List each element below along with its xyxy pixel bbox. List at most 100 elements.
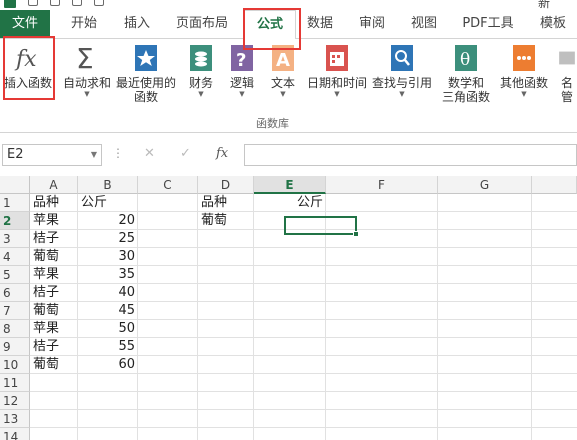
column-header-e[interactable]: E [254,176,326,194]
customize-quick-access-icon[interactable] [94,0,104,6]
dropdown-arrow-icon: ▼ [280,90,286,98]
cell-b4[interactable]: 30 [78,248,138,266]
tab-insert[interactable]: 插入 [112,10,162,38]
cell-e1[interactable]: 公斤 [254,194,326,212]
cell-a7[interactable]: 葡萄 [30,302,78,320]
tab-data[interactable]: 数据 [298,10,342,38]
lookup-reference-button[interactable]: 查找与引用 ▼ [370,43,434,98]
dropdown-arrow-icon: ▼ [84,90,90,98]
chevron-down-icon: ▼ [90,150,97,159]
tab-file[interactable]: 文件 [0,10,50,38]
cell-a10[interactable]: 葡萄 [30,356,78,374]
row-header-11[interactable]: 11 [0,374,30,392]
cell-a8[interactable]: 苹果 [30,320,78,338]
row-header-9[interactable]: 9 [0,338,30,356]
formula-bar-handle-icon[interactable]: ⋮ [112,146,124,160]
column-header-filler [532,176,577,194]
enter-icon[interactable]: ✓ [180,146,191,161]
date-time-button[interactable]: 日期和时间 ▼ [306,43,368,98]
logical-button[interactable]: ? 逻辑 ▼ [226,43,258,98]
row-header-14[interactable]: 14 [0,428,30,440]
insert-function-button[interactable]: fx 插入函数 [2,43,54,90]
text-button[interactable]: A 文本 ▼ [266,43,300,98]
svg-text:A: A [276,50,290,71]
column-header-b[interactable]: B [78,176,138,194]
svg-text:θ: θ [460,50,470,70]
autosum-button[interactable]: Σ 自动求和 ▼ [60,43,114,98]
cell-a6[interactable]: 桔子 [30,284,78,302]
svg-text:Σ: Σ [76,43,94,73]
group-label-function-library: 函数库 [256,117,289,130]
tab-page-layout[interactable]: 页面布局 [166,10,238,38]
undo-icon[interactable] [50,0,60,6]
cell-d2[interactable]: 葡萄 [198,212,254,230]
row-header-12[interactable]: 12 [0,392,30,410]
column-header-c[interactable]: C [138,176,198,194]
tab-home[interactable]: 开始 [58,10,110,38]
window-title: 新 [538,0,551,10]
insert-function-icon[interactable]: fx [216,146,228,161]
dropdown-arrow-icon: ▼ [334,90,340,98]
row-header-4[interactable]: 4 [0,248,30,266]
cell-a3[interactable]: 桔子 [30,230,78,248]
column-header-a[interactable]: A [30,176,78,194]
text-book-icon: A [272,45,294,71]
select-all-corner[interactable] [0,176,30,194]
cell-b7[interactable]: 45 [78,302,138,320]
cell-a5[interactable]: 苹果 [30,266,78,284]
cell-b5[interactable]: 35 [78,266,138,284]
cell-b3[interactable]: 25 [78,230,138,248]
cell-a9[interactable]: 桔子 [30,338,78,356]
column-header-f[interactable]: F [326,176,438,194]
redo-icon[interactable] [72,0,82,6]
row-header-2[interactable]: 2 [0,212,30,230]
cell-b6[interactable]: 40 [78,284,138,302]
cancel-icon[interactable]: ✕ [144,146,155,161]
save-icon[interactable] [28,0,38,6]
tab-review[interactable]: 审阅 [350,10,394,38]
cell-b2[interactable]: 20 [78,212,138,230]
cell-b9[interactable]: 55 [78,338,138,356]
row-header-1[interactable]: 1 [0,194,30,212]
row-header-7[interactable]: 7 [0,302,30,320]
cell-d1[interactable]: 品种 [198,194,254,212]
active-cell-e2[interactable] [284,216,359,237]
fill-handle[interactable] [353,231,359,237]
tab-view[interactable]: 视图 [402,10,446,38]
more-functions-button[interactable]: 其他函数 ▼ [496,43,552,98]
financial-button[interactable]: 财务 ▼ [184,43,218,98]
name-box[interactable]: E2 ▼ [2,144,102,166]
grid-hline [30,391,577,392]
name-manager-button[interactable]: 名 管 [556,43,577,104]
cell-b1[interactable]: 公斤 [78,194,138,212]
grid-hline [30,409,577,410]
row-header-8[interactable]: 8 [0,320,30,338]
svg-text:?: ? [236,50,246,71]
cell-a2[interactable]: 苹果 [30,212,78,230]
row-header-5[interactable]: 5 [0,266,30,284]
row-header-13[interactable]: 13 [0,410,30,428]
theta-book-icon: θ [455,45,477,71]
column-header-g[interactable]: G [438,176,532,194]
recently-used-button[interactable]: 最近使用的 函数 [116,43,176,104]
cell-a1[interactable]: 品种 [30,194,78,212]
dropdown-arrow-icon: ▼ [239,90,245,98]
cell-a4[interactable]: 葡萄 [30,248,78,266]
grid-hline [30,427,577,428]
column-header-d[interactable]: D [198,176,254,194]
ribbon-formulas: fx 插入函数 Σ 自动求和 ▼ 最近使用的 函数 财务 ▼ ? 逻辑 ▼ A … [0,38,577,133]
fx-icon: fx [14,47,37,72]
row-header-6[interactable]: 6 [0,284,30,302]
formula-input[interactable] [244,144,577,166]
tab-pdf-tools[interactable]: PDF工具 [454,10,522,38]
tab-formulas[interactable]: 公式 [244,10,296,39]
row-header-3[interactable]: 3 [0,230,30,248]
dropdown-arrow-icon: ▼ [521,90,527,98]
tab-templates[interactable]: 模板 [530,10,576,38]
row-header-10[interactable]: 10 [0,356,30,374]
sigma-icon: Σ [76,43,94,73]
cell-b8[interactable]: 50 [78,320,138,338]
name-tag-icon [559,51,575,65]
math-trig-button[interactable]: θ 数学和 三角函数 [436,43,496,104]
cell-b10[interactable]: 60 [78,356,138,374]
